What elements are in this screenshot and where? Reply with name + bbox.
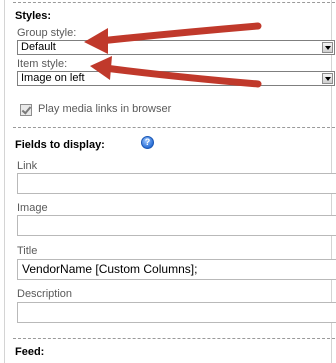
link-field-label: Link bbox=[17, 160, 38, 172]
section-divider bbox=[13, 2, 335, 3]
group-style-select[interactable]: Default bbox=[17, 40, 335, 55]
description-field-label: Description bbox=[17, 288, 73, 300]
play-media-label: Play media links in browser bbox=[38, 103, 172, 115]
link-field-input[interactable] bbox=[17, 173, 336, 194]
play-media-checkbox[interactable] bbox=[20, 104, 32, 116]
fields-heading: Fields to display: bbox=[15, 139, 105, 151]
section-divider bbox=[13, 127, 335, 128]
title-field-label: Title bbox=[17, 245, 38, 257]
description-field-input[interactable] bbox=[17, 302, 336, 323]
group-style-selected-value: Default bbox=[21, 41, 56, 53]
item-style-label: Item style: bbox=[17, 58, 68, 70]
title-field-input[interactable]: VendorName [Custom Columns]; bbox=[17, 259, 336, 280]
image-field-input[interactable] bbox=[17, 215, 336, 236]
image-field-label: Image bbox=[17, 202, 48, 214]
dropdown-arrow-icon[interactable] bbox=[322, 73, 333, 84]
dropdown-arrow-icon[interactable] bbox=[322, 42, 333, 53]
styles-heading: Styles: bbox=[15, 10, 52, 22]
item-style-selected-value: Image on left bbox=[21, 72, 85, 84]
section-divider bbox=[13, 338, 335, 339]
feed-heading: Feed: bbox=[15, 346, 45, 358]
item-style-select[interactable]: Image on left bbox=[17, 71, 335, 86]
group-style-label: Group style: bbox=[17, 27, 77, 39]
help-icon[interactable]: ? bbox=[141, 136, 154, 149]
web-part-tool-pane: Styles: Group style: Default Item style:… bbox=[4, 0, 336, 363]
